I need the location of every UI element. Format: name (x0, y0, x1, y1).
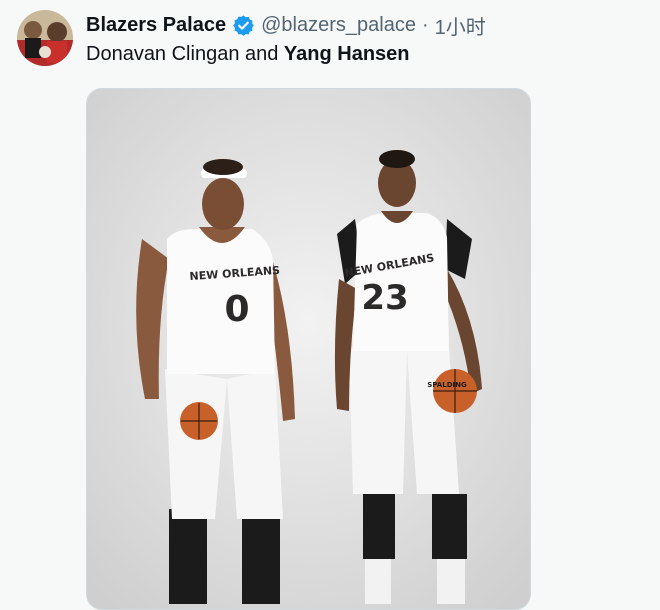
separator-dot: · (421, 13, 429, 36)
verified-badge-icon (232, 14, 255, 37)
tweet-text: Donavan Clingan and Yang Hansen (86, 43, 410, 66)
author-display-name[interactable]: Blazers Palace (86, 14, 226, 37)
player-right-jersey-number: 23 (361, 278, 408, 318)
ball-brand-logo: SPALDING (427, 381, 467, 389)
player-left-jersey-number: 0 (224, 289, 249, 330)
tweet-photo[interactable]: NEW ORLEANS 0 NEW ORLEANS 23 SPALDING (86, 88, 531, 610)
author-handle[interactable]: @blazers_palace (261, 14, 416, 37)
tweet-text-bold: Yang Hansen (283, 43, 410, 65)
tweet-timestamp[interactable]: 1小时 (435, 11, 486, 40)
author-avatar[interactable] (17, 10, 73, 66)
tweet-header: Blazers Palace @blazers_palace · 1小时 (86, 11, 486, 39)
tweet-text-plain: Donavan Clingan and (86, 43, 284, 65)
